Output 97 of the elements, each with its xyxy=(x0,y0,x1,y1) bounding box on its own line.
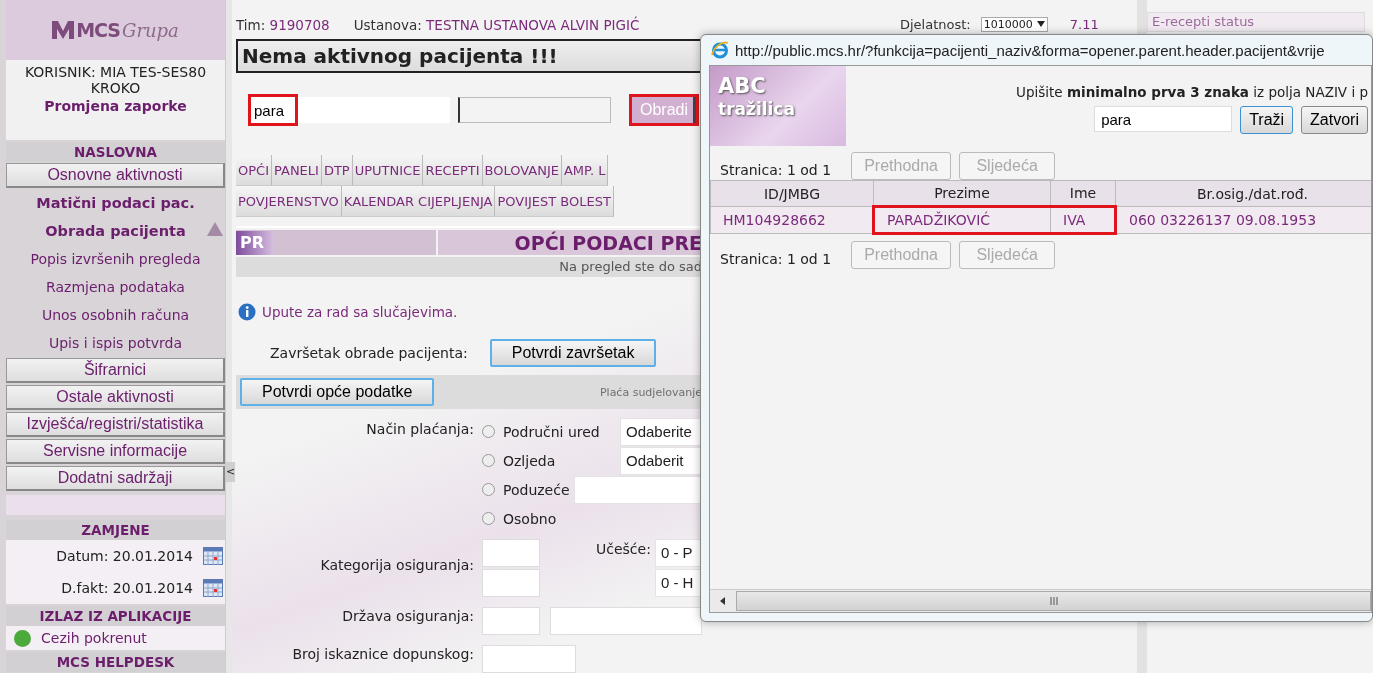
section-header: NASLOVNA xyxy=(6,142,225,162)
tab[interactable]: OPĆI xyxy=(236,155,272,186)
table-cell[interactable]: IVA xyxy=(1050,206,1116,234)
payment-label: Način plaćanja: xyxy=(365,420,475,439)
grip-icon xyxy=(1049,597,1058,605)
confirm-data-button[interactable]: Potvrdi opće podatke xyxy=(240,378,435,407)
menu-link[interactable]: Obrada pacijenta xyxy=(45,223,186,239)
table-cell[interactable]: HM104928662 xyxy=(710,206,874,234)
activity-label: Djelatnost: xyxy=(900,16,971,32)
panel-title: E-recepti status xyxy=(1152,14,1255,29)
patient-banner: Nema aktivnog pacijenta !!! xyxy=(236,39,702,73)
date-label: D.fakt: 20.01.2014 xyxy=(61,580,193,596)
url-text: http://public.mcs.hr/?funkcija=pacijenti_naziv&forma=opener.parent.header.pacijent&vrije xyxy=(735,41,1325,59)
search-button[interactable]: Traži xyxy=(1240,106,1294,134)
table-cell[interactable]: PARADŽIKOVIĆ xyxy=(873,206,1051,234)
logo-icon xyxy=(52,21,75,39)
tab[interactable]: DTP xyxy=(321,155,353,186)
menu-button[interactable]: Servisne informacije xyxy=(6,439,225,464)
radio-button[interactable] xyxy=(482,454,495,467)
patient-search-field[interactable]: para xyxy=(250,97,450,123)
tab[interactable]: POVJERENSTVO xyxy=(236,186,342,217)
table-cell[interactable]: 060 03226137 09.08.1953 xyxy=(1115,206,1371,234)
version-text: 7.11 xyxy=(1069,16,1099,32)
tab[interactable]: RECEPTI xyxy=(423,155,483,186)
menu-button[interactable]: Šifrarnici xyxy=(6,358,225,383)
tab[interactable]: PANELI xyxy=(272,155,322,186)
finish-label: Završetak obrade pacijenta: xyxy=(270,345,468,362)
team-label: Tim: 9190708 xyxy=(236,17,330,33)
scrollbar-thumb[interactable] xyxy=(736,591,1371,611)
column-header: ID/JMBG xyxy=(710,180,874,207)
radio-button[interactable] xyxy=(482,425,495,438)
company-logo: MCSGrupa xyxy=(6,0,225,60)
browser-icon xyxy=(711,41,729,59)
tab[interactable]: AMP. L xyxy=(561,155,609,186)
input-field[interactable] xyxy=(550,607,702,635)
caret-icon xyxy=(1036,21,1045,27)
menu-link[interactable]: Unos osobnih računa xyxy=(41,307,190,323)
share-label: Učešće: xyxy=(596,541,651,557)
menu-button[interactable]: Izvješća/registri/statistika xyxy=(6,412,225,437)
section-header: MCS HELPDESK xyxy=(6,652,225,672)
section-header: ZAMJENE xyxy=(6,520,225,540)
collapse-handle[interactable]: < xyxy=(226,462,236,482)
radio-label: Osobno xyxy=(503,510,558,527)
input-field[interactable] xyxy=(482,607,540,635)
status-text: Cezih pokrenut xyxy=(41,630,147,646)
input-field[interactable] xyxy=(482,569,540,597)
input-field[interactable] xyxy=(573,475,702,504)
menu-link[interactable]: Upis i ispis potvrda xyxy=(49,335,182,351)
user-name: KORISNIK: MIA TES-SES80 xyxy=(24,64,207,80)
dropdown-field[interactable]: 0 - H xyxy=(654,569,702,597)
info-icon xyxy=(238,303,256,322)
menu-button[interactable]: Ostale aktivnosti xyxy=(6,385,225,410)
menu-button[interactable]: Dodatni sadržaji xyxy=(6,466,225,491)
input-field[interactable] xyxy=(458,97,611,123)
confirm-finish-button[interactable]: Potvrdi završetak xyxy=(489,339,657,368)
column-header: Br.osig./dat.rođ. xyxy=(1115,180,1371,207)
institution-label: Ustanova: TESTNA USTANOVA ALVIN PIGIĆ xyxy=(353,17,640,33)
country-label: Država osiguranja: xyxy=(341,608,475,624)
triangle-up-icon[interactable] xyxy=(207,222,223,236)
section-title: OPĆI PODACI PRE xyxy=(514,231,702,254)
column-header: Prezime xyxy=(873,180,1051,207)
search-field[interactable]: para xyxy=(1094,106,1233,132)
help-link[interactable]: Upute za rad sa slučajevima. xyxy=(262,304,458,321)
input-field[interactable] xyxy=(482,539,540,567)
menu-link[interactable]: Popis izvršenih pregleda xyxy=(30,251,201,267)
radio-label: Poduzeće xyxy=(503,481,570,498)
calendar-icon[interactable] xyxy=(203,547,223,565)
menu-link[interactable]: Razmjena podataka xyxy=(46,279,185,295)
section-badge: PR xyxy=(236,230,275,255)
menu-link[interactable]: Matični podaci pac. xyxy=(36,195,195,211)
radio-label: Područni ured xyxy=(503,423,601,440)
insurance-label: Kategorija osiguranja: xyxy=(319,557,475,573)
dropdown-field[interactable]: 0 - P xyxy=(654,539,702,567)
close-button[interactable]: Zatvori xyxy=(1301,106,1368,134)
band-note: Plaća sudjelovanje xyxy=(599,385,702,399)
tab[interactable]: UPUTNICE xyxy=(352,155,424,186)
radio-button[interactable] xyxy=(482,512,495,525)
section-header: IZLAZ IZ APLIKACIJE xyxy=(6,606,225,626)
dropdown-field[interactable]: Odaberite xyxy=(620,417,702,446)
menu-button[interactable]: Osnovne aktivnosti xyxy=(6,163,225,188)
input-field[interactable] xyxy=(482,645,576,673)
column-header: Ime xyxy=(1050,180,1116,207)
tab[interactable]: BOLOVANJE xyxy=(482,155,562,186)
page-indicator: Stranica: 1 od 1 xyxy=(720,251,832,269)
tab[interactable]: POVIJEST BOLEST xyxy=(495,186,614,217)
dropdown-field[interactable]: Odaberit xyxy=(620,446,702,475)
radio-label: Ozljeda xyxy=(503,452,557,469)
tab[interactable]: KALENDAR CIJEPLJENJA xyxy=(341,186,496,217)
radio-button[interactable] xyxy=(482,483,495,496)
search-logo: ABC tražilica xyxy=(710,66,846,146)
date-label: Datum: 20.01.2014 xyxy=(56,548,193,564)
instruction-text: Upišite minimalno prva 3 znaka iz polja NAZIV i p xyxy=(1016,84,1368,100)
calendar-icon[interactable] xyxy=(203,579,223,597)
card-label: Broj iskaznice dopunskog: xyxy=(291,646,475,662)
change-password-link[interactable]: Promjena zaporke xyxy=(44,98,187,114)
page-indicator: Stranica: 1 od 1 xyxy=(720,162,832,180)
user-name: KROKO xyxy=(90,80,141,96)
